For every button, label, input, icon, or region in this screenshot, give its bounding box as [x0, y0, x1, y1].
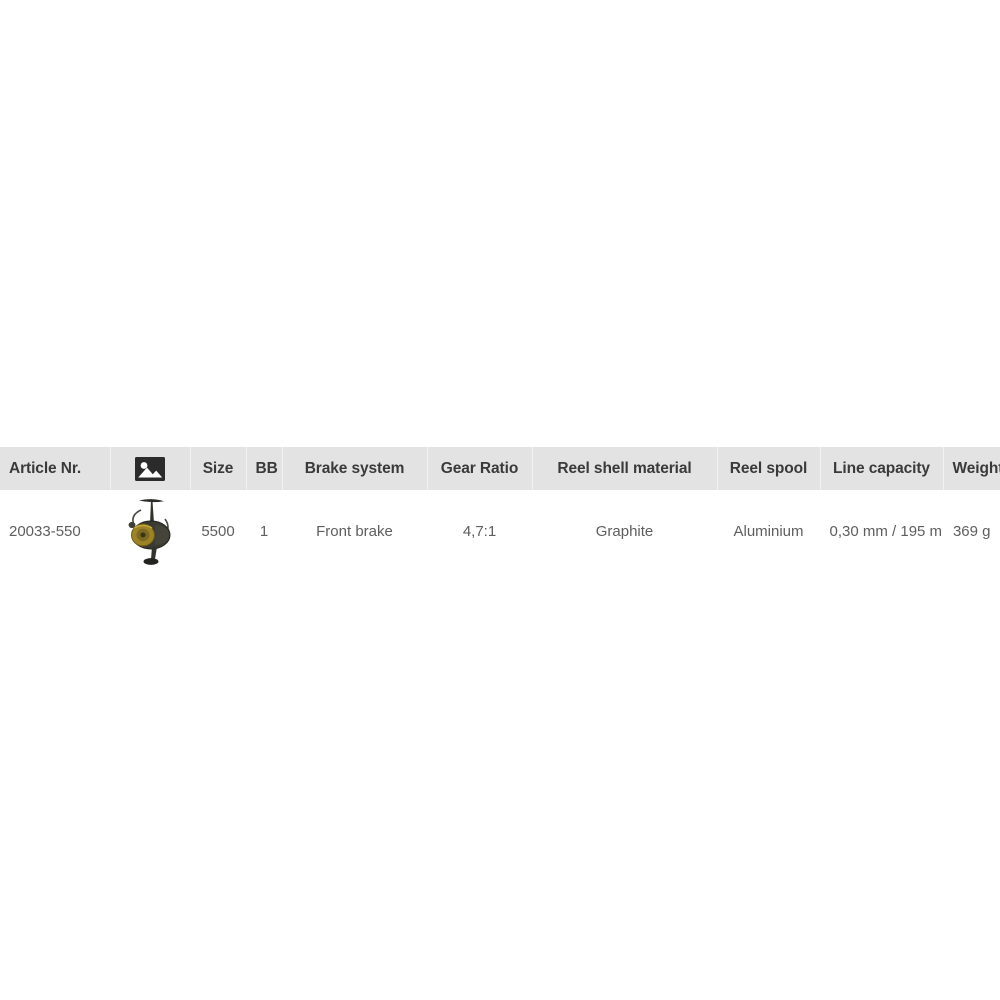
spec-table-container: Article Nr. Size BB Brake system Gear Ra… [0, 447, 1000, 572]
cell-article-nr: 20033-550 [0, 490, 111, 572]
column-header-gear-ratio[interactable]: Gear Ratio [427, 447, 533, 490]
image-placeholder-icon [135, 456, 165, 481]
column-header-weight[interactable]: Weight [943, 447, 1000, 490]
table-row[interactable]: 20033-550 5500 1 Front brake 4,7:1 Graph… [0, 490, 1000, 572]
product-specification-table: Article Nr. Size BB Brake system Gear Ra… [0, 447, 1000, 572]
thumbnail-wrapper [120, 490, 181, 572]
cell-bb: 1 [246, 490, 283, 572]
column-header-image[interactable] [110, 447, 191, 490]
column-header-reel-shell-material[interactable]: Reel shell material [532, 447, 718, 490]
column-header-reel-spool[interactable]: Reel spool [717, 447, 821, 490]
fishing-reel-thumbnail-icon [128, 499, 171, 565]
column-header-brake-system[interactable]: Brake system [282, 447, 428, 490]
column-header-bb[interactable]: BB [246, 447, 283, 490]
cell-thumbnail[interactable]: fishing-reel-thumbnail [110, 490, 191, 572]
cell-reel-spool: Aluminium [717, 490, 821, 572]
table-body: 20033-550 5500 1 Front brake 4,7:1 Graph… [0, 490, 1000, 572]
cell-reel-shell-material: Graphite [532, 490, 718, 572]
cell-line-capacity: 0,30 mm / 195 m [820, 490, 944, 572]
cell-gear-ratio: 4,7:1 [427, 490, 533, 572]
column-header-article-nr[interactable]: Article Nr. [0, 447, 111, 490]
cell-weight: 369 g [952, 522, 991, 540]
column-header-line-capacity[interactable]: Line capacity [820, 447, 944, 490]
column-header-size[interactable]: Size [190, 447, 247, 490]
table-header: Article Nr. Size BB Brake system Gear Ra… [0, 447, 1000, 490]
table-header-row: Article Nr. Size BB Brake system Gear Ra… [0, 447, 1000, 490]
cell-brake-system: Front brake [282, 490, 428, 572]
cell-size: 5500 [190, 490, 247, 572]
